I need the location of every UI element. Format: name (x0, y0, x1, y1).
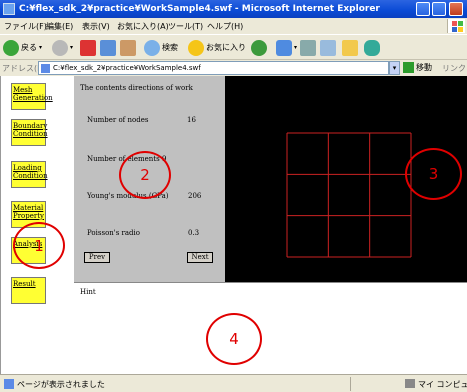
menu-help[interactable]: ヘルプ(H) (207, 21, 243, 32)
annotation-3: 3 (405, 148, 462, 200)
mail-icon (276, 39, 292, 56)
youngs-modulus-value: 206 (188, 192, 202, 200)
poisson-ratio-label: Poisson's radio (87, 229, 140, 237)
home-button[interactable] (120, 38, 136, 57)
nodes-label: Number of nodes (87, 116, 149, 124)
ie-app-icon[interactable] (3, 3, 15, 15)
my-computer-icon (405, 379, 415, 388)
messenger-icon (364, 39, 380, 56)
panel-heading: The contents directions of work (80, 84, 193, 92)
next-button[interactable]: Next (187, 252, 213, 263)
windows-logo-icon (447, 19, 465, 33)
annotation-2: 2 (119, 151, 171, 199)
search-label: 検索 (162, 43, 178, 52)
boundary-condition-button[interactable]: Boundary Condition (11, 119, 48, 146)
mail-button[interactable]: ▾ (276, 38, 297, 57)
history-button[interactable] (251, 38, 267, 57)
address-input[interactable]: C:¥flex_sdk_2¥practice¥WorkSample4.swf (38, 61, 389, 75)
menu-tools[interactable]: ツール(T) (168, 21, 203, 32)
go-button[interactable]: 移動 (403, 62, 432, 73)
printer-icon (300, 39, 316, 56)
history-icon (251, 39, 267, 56)
address-dropdown-button[interactable]: ▾ (389, 61, 400, 75)
back-label: 戻る (21, 43, 37, 52)
favorites-label: お気に入り (206, 43, 246, 52)
refresh-button[interactable] (100, 38, 116, 57)
forward-button[interactable]: ▾ (52, 38, 73, 57)
maximize-button[interactable] (432, 2, 446, 16)
edit-icon (320, 39, 336, 56)
annotation-1: 1 (13, 222, 65, 269)
chevron-down-icon: ▾ (294, 44, 298, 51)
window-title: C:¥flex_sdk_2¥practice¥WorkSample4.swf -… (19, 4, 380, 14)
toolbar: 戻る ▾ ▾ 検索 お気に入り ▾ (0, 34, 467, 60)
folder-button[interactable] (342, 38, 358, 57)
links-button[interactable]: リンク (442, 63, 466, 74)
button-label-line2: Condition (13, 130, 48, 138)
menu-favorites[interactable]: お気に入り(A) (117, 21, 169, 32)
go-label: 移動 (416, 63, 432, 72)
button-label-line1: Boundary (13, 122, 48, 130)
chevron-down-icon: ▾ (70, 44, 74, 51)
button-label-line1: Material (13, 204, 44, 212)
search-icon (144, 39, 160, 56)
menu-file[interactable]: ファイル(F) (4, 21, 47, 32)
print-button[interactable] (300, 38, 316, 57)
button-label-line1: Loading (13, 164, 42, 172)
search-button[interactable]: 検索 (144, 38, 178, 57)
button-label-line2: Property (13, 212, 45, 220)
stop-button[interactable] (80, 38, 96, 57)
hint-label: Hint (80, 288, 96, 296)
annotation-4: 4 (206, 313, 262, 365)
go-arrow-icon (403, 62, 414, 73)
home-icon (120, 39, 136, 56)
prev-button[interactable]: Prev (84, 252, 110, 263)
favorites-button[interactable]: お気に入り (188, 38, 246, 57)
button-label-line2: Generation (13, 94, 53, 102)
star-icon (188, 39, 204, 56)
status-divider (350, 377, 351, 391)
address-url: C:¥flex_sdk_2¥practice¥WorkSample4.swf (53, 64, 201, 72)
menu-view[interactable]: 表示(V) (82, 21, 110, 32)
security-zone: マイ コンピュータ (418, 380, 467, 389)
page-icon (41, 64, 50, 73)
forward-arrow-icon (52, 39, 68, 56)
messenger-button[interactable] (364, 38, 380, 57)
title-bar: C:¥flex_sdk_2¥practice¥WorkSample4.swf -… (0, 0, 467, 18)
chevron-down-icon: ▾ (39, 44, 43, 51)
hint-area: Hint (74, 282, 467, 374)
poisson-ratio-value: 0.3 (188, 229, 200, 237)
page-done-icon (4, 379, 14, 389)
back-arrow-icon (3, 39, 19, 56)
mesh-generation-button[interactable]: Mesh Generation (11, 83, 53, 110)
refresh-icon (100, 39, 116, 56)
folder-icon (342, 39, 358, 56)
result-button[interactable]: Result (11, 277, 46, 304)
stop-icon (80, 39, 96, 56)
button-label-line1: Mesh (13, 86, 33, 94)
status-text: ページが表示されました (17, 380, 105, 389)
nodes-value: 16 (187, 116, 196, 124)
edit-button[interactable] (320, 38, 336, 57)
button-label-line2: Condition (13, 172, 48, 180)
status-bar: ページが表示されました マイ コンピュータ (0, 374, 467, 392)
close-button[interactable] (449, 2, 463, 16)
back-button[interactable]: 戻る ▾ (3, 38, 42, 57)
minimize-button[interactable] (416, 2, 430, 16)
loading-condition-button[interactable]: Loading Condition (11, 161, 48, 188)
address-bar: アドレス(D) C:¥flex_sdk_2¥practice¥WorkSampl… (0, 60, 467, 76)
button-label-line1: Result (13, 280, 36, 288)
menu-bar: ファイル(F) 編集(E) 表示(V) お気に入り(A) ツール(T) ヘルプ(… (0, 18, 467, 34)
menu-edit[interactable]: 編集(E) (46, 21, 73, 32)
